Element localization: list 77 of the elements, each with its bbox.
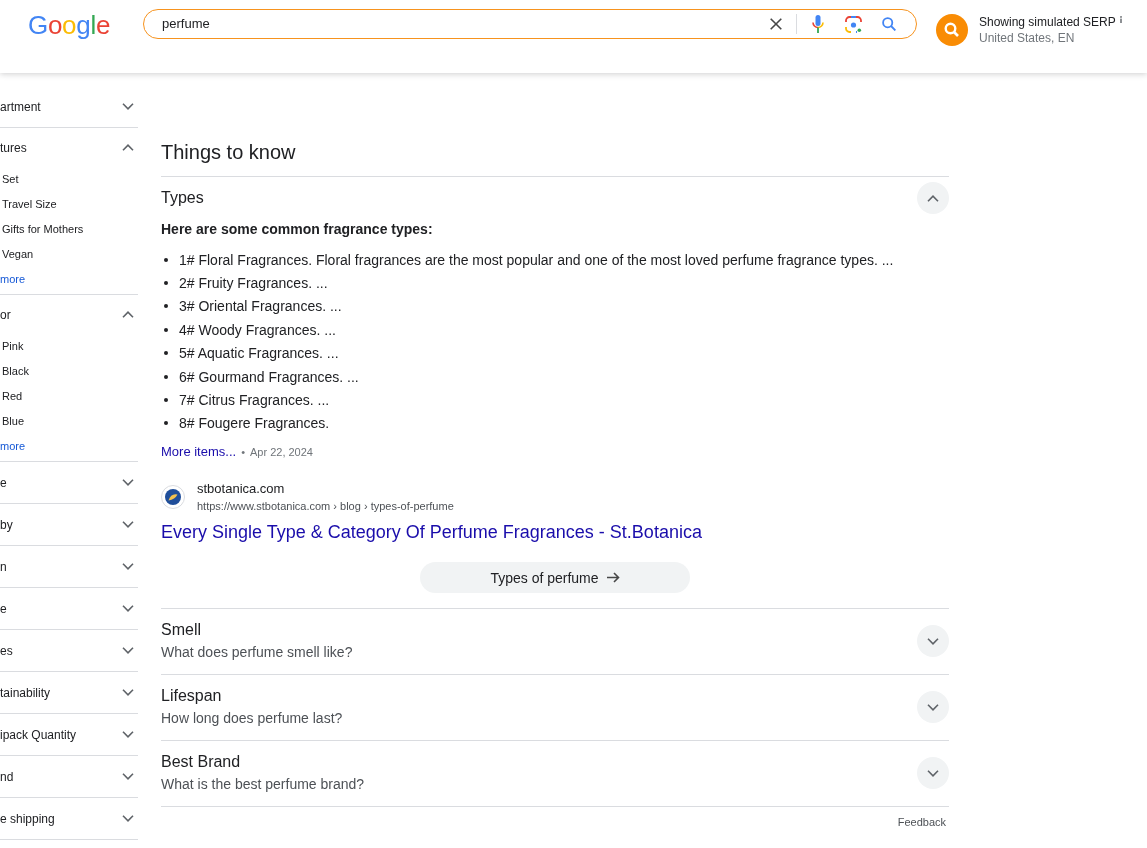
microphone-icon[interactable]	[812, 15, 824, 33]
filter-label[interactable]: tures	[0, 139, 27, 156]
filter-option[interactable]: Set	[2, 167, 19, 192]
bullet-icon	[164, 398, 168, 403]
filter-option[interactable]: Gifts for Mothers	[2, 217, 84, 242]
site-name: stbotanica.com	[197, 480, 285, 499]
locale-text: United States, EN	[979, 30, 1076, 46]
feedback-link[interactable]: Feedback	[897, 814, 946, 831]
filter-option[interactable]: Blue	[2, 409, 25, 434]
list-item: 5# Aquatic Fragrances. ...	[179, 344, 339, 364]
bullet-icon	[164, 281, 168, 286]
chevron-down-icon[interactable]	[122, 647, 134, 654]
filter-label[interactable]: n	[0, 558, 7, 575]
bullet-icon	[164, 421, 168, 426]
filter-label[interactable]: e	[0, 600, 7, 617]
logo[interactable]: Google	[28, 10, 111, 40]
filter-label[interactable]: artment	[0, 98, 41, 115]
filter-option[interactable]: Black	[2, 359, 29, 384]
bullet-icon	[164, 374, 168, 379]
simulation-title: Showing simulated SERP	[979, 14, 1116, 30]
more-items-link[interactable]: More items...	[161, 442, 237, 463]
bullet-icon	[164, 257, 168, 262]
chevron-up-icon[interactable]	[122, 311, 134, 318]
chevron-down-icon[interactable]	[122, 689, 134, 696]
list-item: 8# Fougere Fragrances.	[179, 414, 330, 434]
filter-option[interactable]: Red	[2, 384, 23, 409]
filter-label[interactable]: by	[0, 516, 13, 533]
list-item: 6# Gourmand Fragrances. ...	[179, 367, 359, 387]
list-item: 7# Citrus Fragrances. ...	[179, 391, 330, 411]
topic-question: What is the best perfume brand?	[161, 775, 365, 795]
filter-label[interactable]: nd	[0, 768, 14, 785]
topic-question: What does perfume smell like?	[161, 643, 353, 663]
related-topic-button[interactable]: Types of perfume	[420, 562, 690, 594]
filter-label[interactable]: ipack Quantity	[0, 726, 77, 743]
chevron-down-icon[interactable]	[122, 563, 134, 570]
filter-option[interactable]: Vegan	[2, 242, 34, 267]
site-logo-icon[interactable]	[161, 485, 185, 510]
more-link[interactable]: more	[0, 434, 26, 459]
search-icon[interactable]	[882, 17, 896, 31]
chevron-down-icon[interactable]	[122, 731, 134, 738]
arrow-right-icon	[606, 572, 620, 584]
filter-option[interactable]: Pink	[2, 334, 24, 359]
topic-title: Types	[161, 188, 204, 208]
topic-title: Best Brand	[161, 752, 241, 773]
bullet-icon	[164, 304, 168, 309]
result-title-link[interactable]: Every Single Type & Category Of Perfume Fragrances - St.Botanica	[161, 520, 702, 545]
topic-question: How long does perfume last?	[161, 709, 343, 729]
camera-icon[interactable]	[845, 15, 862, 33]
topic-title: Lifespan	[161, 686, 222, 707]
chevron-down-icon[interactable]	[122, 521, 134, 528]
list-item: 4# Woody Fragrances. ...	[179, 320, 336, 340]
filter-label[interactable]: tainability	[0, 684, 51, 701]
bullet-icon	[164, 351, 168, 356]
chevron-down-icon[interactable]	[122, 815, 134, 822]
list-item: 3# Oriental Fragrances. ...	[179, 297, 342, 317]
close-icon[interactable]	[770, 18, 782, 30]
chevron-down-icon[interactable]	[122, 479, 134, 486]
filter-label[interactable]: es	[0, 642, 13, 659]
list-item: 1# Floral Fragrances. Floral fragrances are the most popular and one of the most loved perfume fragrance types. ...	[179, 250, 894, 270]
site-url: https://www.stbotanica.com › blog › types-of-perfume	[197, 499, 454, 515]
chevron-up-icon[interactable]	[122, 144, 134, 151]
more-link[interactable]: more	[0, 267, 26, 292]
filter-label[interactable]: e shipping	[0, 810, 55, 827]
chevron-down-icon[interactable]	[122, 605, 134, 612]
topic-title: Smell	[161, 620, 201, 641]
chevron-down-icon[interactable]	[122, 773, 134, 780]
list-item: 2# Fruity Fragrances. ...	[179, 274, 328, 294]
section-title: Things to know	[161, 141, 296, 163]
filter-label[interactable]: e	[0, 474, 7, 491]
separator: •	[241, 445, 245, 461]
date-text: Apr 22, 2024	[250, 445, 313, 461]
filter-option[interactable]: Travel Size	[2, 192, 57, 217]
chevron-down-icon[interactable]	[122, 103, 134, 110]
intro-text: Here are some common fragrance types:	[161, 220, 433, 239]
search-icon	[936, 14, 968, 46]
filter-label[interactable]: or	[0, 306, 11, 323]
bullet-icon	[164, 327, 168, 332]
